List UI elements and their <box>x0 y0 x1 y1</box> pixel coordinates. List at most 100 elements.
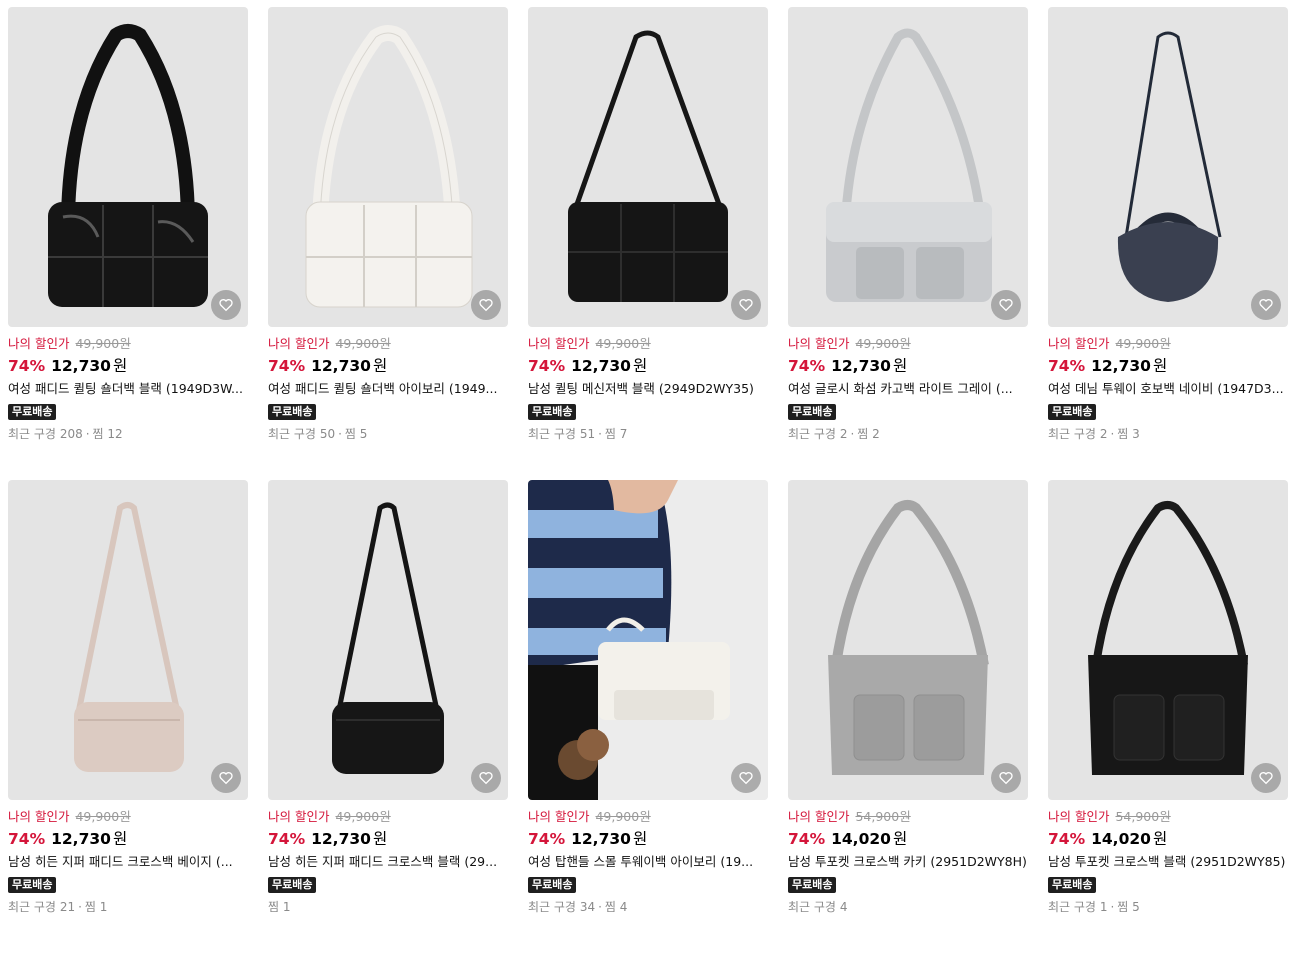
bag-image-black-messenger <box>568 30 728 302</box>
recent-views-label: 최근 구경 <box>788 427 836 441</box>
sale-price: 12,730 <box>831 357 891 375</box>
product-title[interactable]: 남성 투포켓 크로스백 블랙 (2951D2WY85) <box>1048 853 1288 870</box>
stats-separator: · <box>338 427 342 441</box>
product-stats: 찜 1 <box>268 899 508 916</box>
product-image[interactable] <box>528 7 768 327</box>
wish-count: 3 <box>1132 427 1140 441</box>
product-image[interactable] <box>268 7 508 327</box>
price-row: 74% 12,730 원 <box>1048 356 1288 376</box>
sale-price: 12,730 <box>571 357 631 375</box>
product-title[interactable]: 남성 투포켓 크로스백 카키 (2951D2WY8H) <box>788 853 1028 870</box>
original-price: 49,900원 <box>335 809 391 824</box>
product-card[interactable]: 나의 할인가 54,900원 74% 14,020 원 남성 투포켓 크로스백 블랙… <box>1048 480 1288 953</box>
product-title[interactable]: 여성 패디드 퀼팅 숄더백 블랙 (1949D3W... <box>8 380 248 397</box>
heart-icon <box>739 299 753 312</box>
like-button[interactable] <box>1251 290 1281 320</box>
like-button[interactable] <box>471 763 501 793</box>
recent-views-count: 34 <box>579 900 596 914</box>
product-title[interactable]: 남성 히든 지퍼 패디드 크로스백 블랙 (29... <box>268 853 508 870</box>
original-price: 49,900원 <box>595 336 651 351</box>
recent-views-label: 최근 구경 <box>268 427 316 441</box>
product-image[interactable] <box>1048 480 1288 800</box>
bag-image-black-twopocket <box>1088 501 1248 775</box>
product-stats: 최근 구경 50 · 찜 5 <box>268 426 508 443</box>
bag-image-black-cross <box>332 502 444 774</box>
heart-icon <box>1259 299 1273 312</box>
product-image[interactable] <box>528 480 768 800</box>
like-button[interactable] <box>1251 763 1281 793</box>
bag-image-ivory-shoulder <box>305 25 473 308</box>
recent-views-label: 최근 구경 <box>1048 427 1096 441</box>
recent-views-label: 최근 구경 <box>788 900 836 914</box>
wish-label: 찜 <box>344 427 356 441</box>
discount-rate: 74% <box>528 357 566 375</box>
price-row: 74% 14,020 원 <box>788 829 1028 849</box>
product-title[interactable]: 남성 히든 지퍼 패디드 크로스백 베이지 (... <box>8 853 248 870</box>
recent-views-label: 최근 구경 <box>528 900 576 914</box>
product-card[interactable]: 나의 할인가 54,900원 74% 14,020 원 남성 투포켓 크로스백 카키… <box>788 480 1028 953</box>
product-image[interactable] <box>1048 7 1288 327</box>
like-button[interactable] <box>991 763 1021 793</box>
product-card[interactable]: 나의 할인가 49,900원 74% 12,730 원 여성 탑핸들 스몰 투웨이백… <box>528 480 768 953</box>
product-title[interactable]: 여성 탑핸들 스몰 투웨이백 아이보리 (19... <box>528 853 768 870</box>
recent-views-label: 최근 구경 <box>8 427 56 441</box>
product-image[interactable] <box>788 7 1028 327</box>
discount-rate: 74% <box>788 357 826 375</box>
price-row: 74% 12,730 원 <box>268 829 508 849</box>
like-button[interactable] <box>211 290 241 320</box>
product-title[interactable]: 남성 퀼팅 메신저백 블랙 (2949D2WY35) <box>528 380 768 397</box>
product-image[interactable] <box>268 480 508 800</box>
product-title[interactable]: 여성 데님 투웨이 호보백 네이비 (1947D3... <box>1048 380 1288 397</box>
recent-views-label: 최근 구경 <box>8 900 56 914</box>
like-button[interactable] <box>731 763 761 793</box>
free-shipping-badge: 무료배송 <box>268 877 317 893</box>
currency: 원 <box>112 357 128 375</box>
stats-separator: · <box>78 900 82 914</box>
original-price: 54,900원 <box>1115 809 1171 824</box>
product-card[interactable]: 나의 할인가 49,900원 74% 12,730 원 여성 패디드 퀼팅 숄더백 … <box>268 7 508 480</box>
product-title[interactable]: 여성 패디드 퀼팅 숄더백 아이보리 (1949... <box>268 380 508 397</box>
price-row: 74% 14,020 원 <box>1048 829 1288 849</box>
bag-image-black-glossy-shoulder <box>48 24 208 307</box>
product-card[interactable]: 나의 할인가 49,900원 74% 12,730 원 여성 패디드 퀼팅 숄더백 … <box>8 7 248 480</box>
product-image[interactable] <box>8 7 248 327</box>
heart-icon <box>739 772 753 785</box>
sale-price: 12,730 <box>51 357 111 375</box>
original-price: 49,900원 <box>75 336 131 351</box>
my-price-label: 나의 할인가 <box>788 809 850 824</box>
product-card[interactable]: 나의 할인가 49,900원 74% 12,730 원 여성 데님 투웨이 호보백 … <box>1048 7 1288 480</box>
free-shipping-badge: 무료배송 <box>1048 404 1097 420</box>
product-card[interactable]: 나의 할인가 49,900원 74% 12,730 원 남성 히든 지퍼 패디드 크… <box>268 480 508 953</box>
product-image[interactable] <box>788 480 1028 800</box>
like-button[interactable] <box>991 290 1021 320</box>
price-row: 74% 12,730 원 <box>8 356 248 376</box>
product-card[interactable]: 나의 할인가 49,900원 74% 12,730 원 여성 글로시 화섬 카고백 … <box>788 7 1028 480</box>
recent-views-count: 2 <box>1099 427 1108 441</box>
stats-separator: · <box>850 427 855 441</box>
discount-row: 나의 할인가 49,900원 <box>1048 335 1288 352</box>
product-title[interactable]: 여성 글로시 화섬 카고백 라이트 그레이 (... <box>788 380 1028 397</box>
product-card[interactable]: 나의 할인가 49,900원 74% 12,730 원 남성 히든 지퍼 패디드 크… <box>8 480 248 953</box>
heart-icon <box>219 772 233 785</box>
discount-rate: 74% <box>268 830 306 848</box>
bag-image-silver-cargo <box>826 28 992 302</box>
bag-image-navy-hobo <box>1117 31 1222 302</box>
discount-rate: 74% <box>8 830 46 848</box>
price-row: 74% 12,730 원 <box>8 829 248 849</box>
original-price: 49,900원 <box>1115 336 1171 351</box>
recent-views-count: 208 <box>59 427 83 441</box>
currency: 원 <box>112 830 128 848</box>
product-card[interactable]: 나의 할인가 49,900원 74% 12,730 원 남성 퀼팅 메신저백 블랙 … <box>528 7 768 480</box>
my-price-label: 나의 할인가 <box>788 336 850 351</box>
heart-icon <box>479 299 493 312</box>
like-button[interactable] <box>471 290 501 320</box>
like-button[interactable] <box>731 290 761 320</box>
stats-separator: · <box>598 900 602 914</box>
discount-row: 나의 할인가 49,900원 <box>268 808 508 825</box>
product-image[interactable] <box>8 480 248 800</box>
like-button[interactable] <box>211 763 241 793</box>
wish-count: 5 <box>359 427 368 441</box>
discount-row: 나의 할인가 49,900원 <box>8 335 248 352</box>
heart-icon <box>999 299 1013 312</box>
my-price-label: 나의 할인가 <box>1048 336 1110 351</box>
